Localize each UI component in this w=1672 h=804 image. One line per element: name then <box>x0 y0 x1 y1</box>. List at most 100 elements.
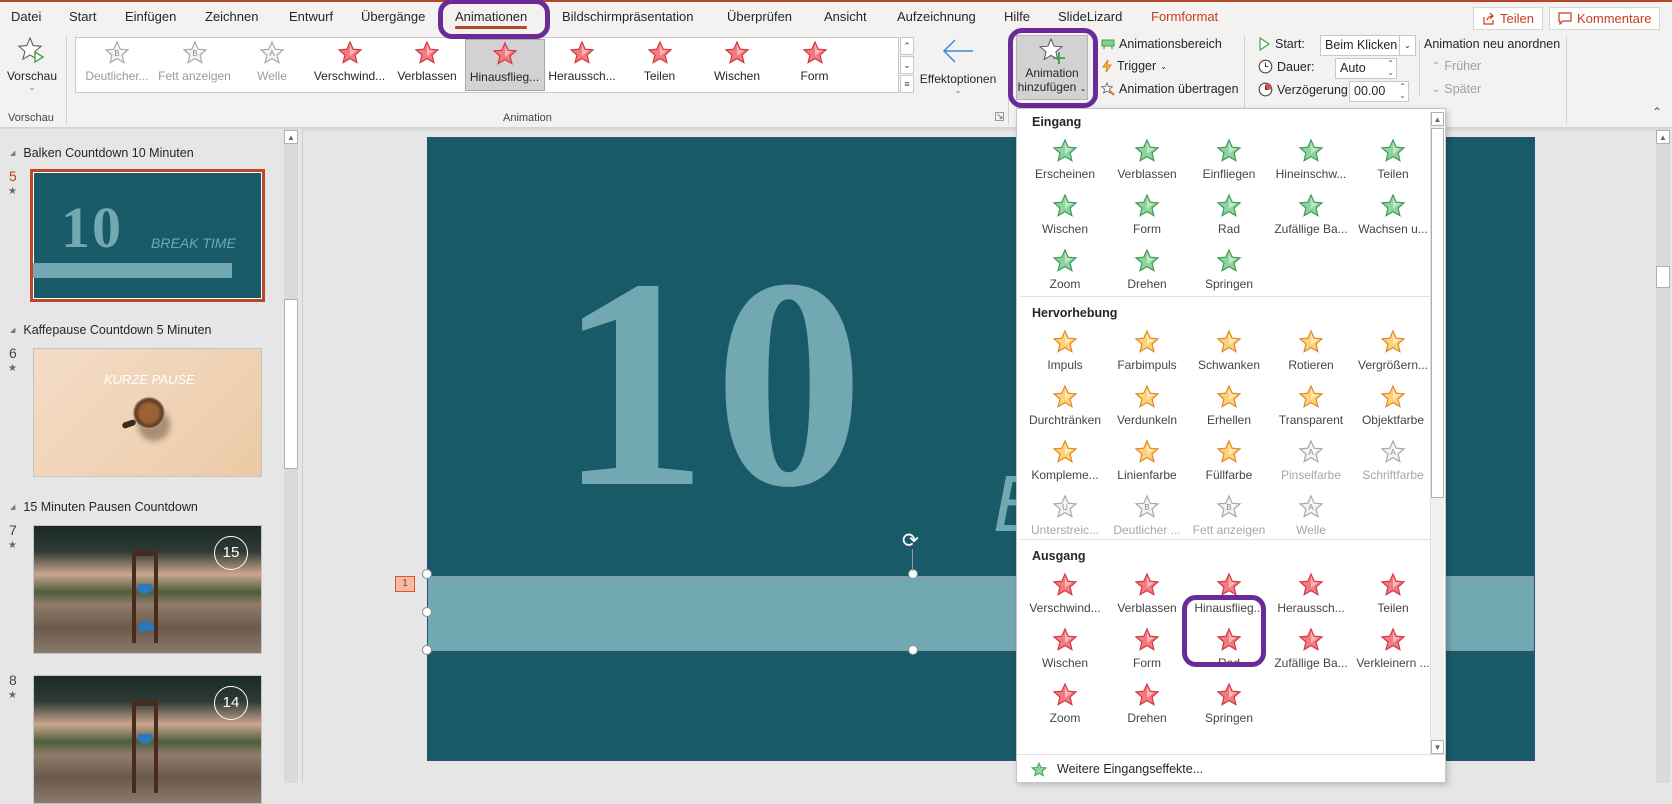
effect-options-button[interactable]: Effektoptionen ⌄ <box>918 36 998 95</box>
gallery-scroll-up[interactable]: ⌃ <box>900 37 914 55</box>
effect-exit-teilen[interactable]: Teilen <box>1353 571 1433 625</box>
effect-emphasis-pinselfarbe[interactable]: A Pinselfarbe <box>1271 438 1351 492</box>
tab-animationen[interactable]: Animationen <box>455 9 528 29</box>
effect-entrance-springen[interactable]: Springen <box>1189 247 1269 301</box>
section-header-kaffepause[interactable]: ◢ Kaffepause Countdown 5 Minuten <box>10 323 212 337</box>
effect-emphasis-linienfarbe[interactable]: Linienfarbe <box>1107 438 1187 492</box>
effect-emphasis-rotieren[interactable]: Rotieren <box>1271 328 1351 382</box>
gallery-item-hinausflieg[interactable]: Hinausflieg... <box>464 39 545 91</box>
effect-emphasis-durchtraenken[interactable]: Durchtränken <box>1025 383 1105 437</box>
effect-exit-wischen[interactable]: Wischen <box>1025 626 1105 680</box>
effect-exit-zoom[interactable]: Zoom <box>1025 681 1105 735</box>
effect-entrance-hineinschw[interactable]: Hineinschw... <box>1271 137 1351 191</box>
effect-emphasis-kompleme[interactable]: Kompleme... <box>1025 438 1105 492</box>
effect-entrance-erscheinen[interactable]: Erscheinen <box>1025 137 1105 191</box>
effect-entrance-rad[interactable]: Rad <box>1189 192 1269 246</box>
effect-exit-drehen[interactable]: Drehen <box>1107 681 1187 735</box>
effect-exit-verkleinern[interactable]: Verkleinern ... <box>1353 626 1433 680</box>
duration-spinner[interactable]: ⌃ ⌄ <box>1387 59 1394 77</box>
trigger-button[interactable]: Trigger ⌄ <box>1101 59 1167 73</box>
share-button[interactable]: Teilen <box>1473 7 1543 30</box>
section-header-15-minuten[interactable]: ◢ 15 Minuten Pausen Countdown <box>10 500 198 514</box>
delay-input[interactable]: 00.00 ⌃ ⌄ <box>1349 81 1409 102</box>
effect-entrance-form[interactable]: Form <box>1107 192 1187 246</box>
slide-thumbnail-8[interactable]: 14 <box>33 675 262 804</box>
move-earlier-button[interactable]: ⌃ Früher <box>1432 59 1481 73</box>
start-select[interactable]: Beim Klicken ⌄ <box>1320 35 1416 56</box>
collapse-ribbon-icon[interactable]: ⌃ <box>1652 105 1662 119</box>
effect-emphasis-objektfarbe[interactable]: Objektfarbe <box>1353 383 1433 437</box>
slide-big-number[interactable]: 10 <box>558 233 870 533</box>
tab-start[interactable]: Start <box>69 9 96 24</box>
tab-hilfe[interactable]: Hilfe <box>1004 9 1030 24</box>
slide-thumbnail-7[interactable]: 15 <box>33 525 262 654</box>
resize-handle-top-middle[interactable] <box>908 569 918 579</box>
tab-einfuegen[interactable]: Einfügen <box>125 9 176 24</box>
effect-exit-zufaellige-ba[interactable]: Zufällige Ba... <box>1271 626 1351 680</box>
animation-pane-button[interactable]: Animationsbereich <box>1101 37 1222 51</box>
delay-spinner[interactable]: ⌃ ⌄ <box>1399 82 1406 100</box>
rotate-handle-icon[interactable]: ⟳ <box>902 528 919 553</box>
effect-entrance-einfliegen[interactable]: Einfliegen <box>1189 137 1269 191</box>
gallery-item-deutlicher[interactable]: B Deutlicher... <box>77 39 157 91</box>
effect-emphasis-farbimpuls[interactable]: Farbimpuls <box>1107 328 1187 382</box>
gallery-item-wischen[interactable]: Wischen <box>697 39 777 91</box>
tab-datei[interactable]: Datei <box>11 9 41 24</box>
resize-handle-top-left[interactable] <box>422 569 432 579</box>
effect-entrance-wachsen-u[interactable]: Wachsen u... <box>1353 192 1433 246</box>
editor-scroll-up-arrow[interactable]: ▲ <box>1656 130 1670 144</box>
gallery-item-verblassen[interactable]: Verblassen <box>387 39 467 91</box>
tab-bildschirmpraesentation[interactable]: Bildschirmpräsentation <box>562 9 694 24</box>
comments-button[interactable]: Kommentare <box>1549 7 1661 30</box>
effect-entrance-zufaellige-ba[interactable]: Zufällige Ba... <box>1271 192 1351 246</box>
effect-emphasis-impuls[interactable]: Impuls <box>1025 328 1105 382</box>
gallery-item-welle[interactable]: A Welle <box>232 39 312 91</box>
tab-ansicht[interactable]: Ansicht <box>824 9 867 24</box>
resize-handle-middle-left[interactable] <box>422 607 432 617</box>
gallery-item-teilen[interactable]: Teilen <box>620 39 700 91</box>
slide-thumbnail-6[interactable]: KURZE PAUSE <box>33 348 262 477</box>
effect-exit-verschwind[interactable]: Verschwind... <box>1025 571 1105 625</box>
editor-scrollbar-thumb[interactable] <box>1656 266 1670 288</box>
more-entrance-effects-button[interactable]: Weitere Eingangseffekte... <box>1017 754 1445 783</box>
effect-exit-verblassen[interactable]: Verblassen <box>1107 571 1187 625</box>
effect-exit-springen[interactable]: Springen <box>1189 681 1269 735</box>
scroll-up-arrow[interactable]: ▲ <box>284 130 298 144</box>
effect-emphasis-transparent[interactable]: Transparent <box>1271 383 1351 437</box>
duration-input[interactable]: Auto ⌃ ⌄ <box>1335 58 1397 79</box>
effect-emphasis-vergroessern[interactable]: Vergrößern... <box>1353 328 1433 382</box>
animation-painter-button[interactable]: Animation übertragen <box>1101 82 1239 96</box>
tab-entwurf[interactable]: Entwurf <box>289 9 333 24</box>
dropdown-scroll-down[interactable]: ▼ <box>1431 740 1444 754</box>
effect-exit-rad[interactable]: Rad <box>1189 626 1269 680</box>
effect-entrance-teilen[interactable]: Teilen <box>1353 137 1433 191</box>
animation-order-tag[interactable]: 1 <box>395 576 415 592</box>
gallery-item-heraussch[interactable]: Heraussch... <box>542 39 622 91</box>
thumbnail-scrollbar[interactable]: ▲ <box>284 129 298 783</box>
animation-dialog-launcher-icon[interactable]: ↘ <box>995 112 1004 121</box>
effect-entrance-drehen[interactable]: Drehen <box>1107 247 1187 301</box>
tab-zeichnen[interactable]: Zeichnen <box>205 9 258 24</box>
gallery-more-button[interactable]: ≡ <box>900 75 914 93</box>
tab-ueberpruefen[interactable]: Überprüfen <box>727 9 792 24</box>
gallery-item-fett-anzeigen[interactable]: B Fett anzeigen <box>155 39 235 91</box>
effect-emphasis-erhellen[interactable]: Erhellen <box>1189 383 1269 437</box>
effect-emphasis-verdunkeln[interactable]: Verdunkeln <box>1107 383 1187 437</box>
dropdown-scroll-up[interactable]: ▲ <box>1431 112 1444 126</box>
effect-exit-hinausflieg[interactable]: Hinausflieg... <box>1189 571 1269 625</box>
resize-handle-bottom-left[interactable] <box>422 645 432 655</box>
gallery-item-verschwind[interactable]: Verschwind... <box>310 39 390 91</box>
tab-aufzeichnung[interactable]: Aufzeichnung <box>897 9 976 24</box>
effect-entrance-verblassen[interactable]: Verblassen <box>1107 137 1187 191</box>
pane-divider[interactable] <box>302 129 303 783</box>
editor-scrollbar[interactable]: ▲ <box>1656 129 1670 783</box>
move-later-button[interactable]: ⌄ Später <box>1432 82 1481 96</box>
effect-exit-heraussch[interactable]: Heraussch... <box>1271 571 1351 625</box>
effect-exit-form[interactable]: Form <box>1107 626 1187 680</box>
effect-entrance-wischen[interactable]: Wischen <box>1025 192 1105 246</box>
section-header-balken[interactable]: ◢ Balken Countdown 10 Minuten <box>10 146 194 160</box>
effect-emphasis-schriftfarbe[interactable]: A Schriftfarbe <box>1353 438 1433 492</box>
gallery-scroll-down[interactable]: ⌄ <box>900 56 914 74</box>
tab-slidelizard[interactable]: SlideLizard <box>1058 9 1122 24</box>
preview-button[interactable]: Vorschau ⌄ <box>5 36 59 92</box>
